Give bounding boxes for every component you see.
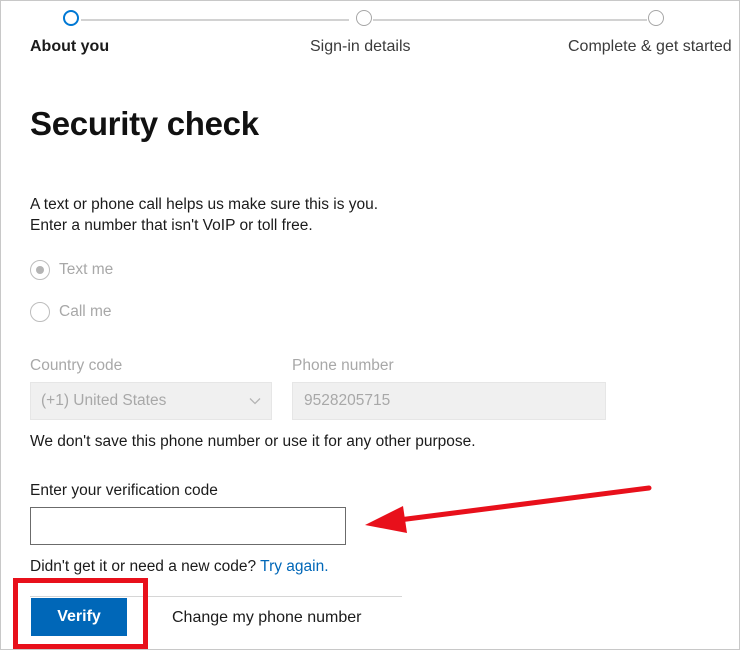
verification-code-label: Enter your verification code xyxy=(30,482,218,499)
radio-selected-icon[interactable] xyxy=(30,260,50,280)
step-label-about-you: About you xyxy=(30,38,110,55)
retry-text: Didn't get it or need a new code? Try ag… xyxy=(30,558,329,576)
step-3-indicator-icon xyxy=(648,10,664,26)
verification-code-input[interactable] xyxy=(30,507,346,545)
radio-unselected-icon[interactable] xyxy=(30,302,50,322)
description-line-1: A text or phone call helps us make sure … xyxy=(30,196,379,213)
stepper-line-2 xyxy=(373,19,647,21)
radio-call-me-label: Call me xyxy=(59,303,112,320)
try-again-link[interactable]: Try again. xyxy=(260,558,328,575)
phone-number-label: Phone number xyxy=(292,357,394,374)
radio-text-me[interactable]: Text me xyxy=(30,260,113,280)
phone-number-value: 9528205715 xyxy=(304,392,391,409)
country-code-select[interactable]: (+1) United States xyxy=(30,382,272,420)
step-2-indicator-icon xyxy=(356,10,372,26)
description: A text or phone call helps us make sure … xyxy=(30,194,378,236)
country-code-label: Country code xyxy=(30,357,123,374)
phone-number-field[interactable]: 9528205715 xyxy=(292,382,606,420)
country-code-value: (+1) United States xyxy=(41,392,167,409)
progress-stepper: About you Sign-in details Complete & get… xyxy=(1,1,739,61)
signup-panel: About you Sign-in details Complete & get… xyxy=(0,0,740,650)
radio-text-me-label: Text me xyxy=(59,261,114,278)
retry-prompt: Didn't get it or need a new code? xyxy=(30,558,257,575)
verify-button[interactable]: Verify xyxy=(31,598,127,636)
chevron-down-icon xyxy=(249,398,261,405)
change-phone-number-button[interactable]: Change my phone number xyxy=(172,609,361,627)
annotation-arrow-icon xyxy=(365,485,652,533)
description-line-2: Enter a number that isn't VoIP or toll f… xyxy=(30,217,313,234)
step-label-complete: Complete & get started xyxy=(568,38,732,55)
stepper-line-1 xyxy=(81,19,349,21)
divider xyxy=(30,596,402,597)
radio-call-me[interactable]: Call me xyxy=(30,302,112,322)
step-1-indicator-icon xyxy=(63,10,79,26)
step-label-sign-in-details: Sign-in details xyxy=(310,38,411,55)
page-title: Security check xyxy=(30,105,259,142)
privacy-note: We don't save this phone number or use i… xyxy=(30,433,476,450)
